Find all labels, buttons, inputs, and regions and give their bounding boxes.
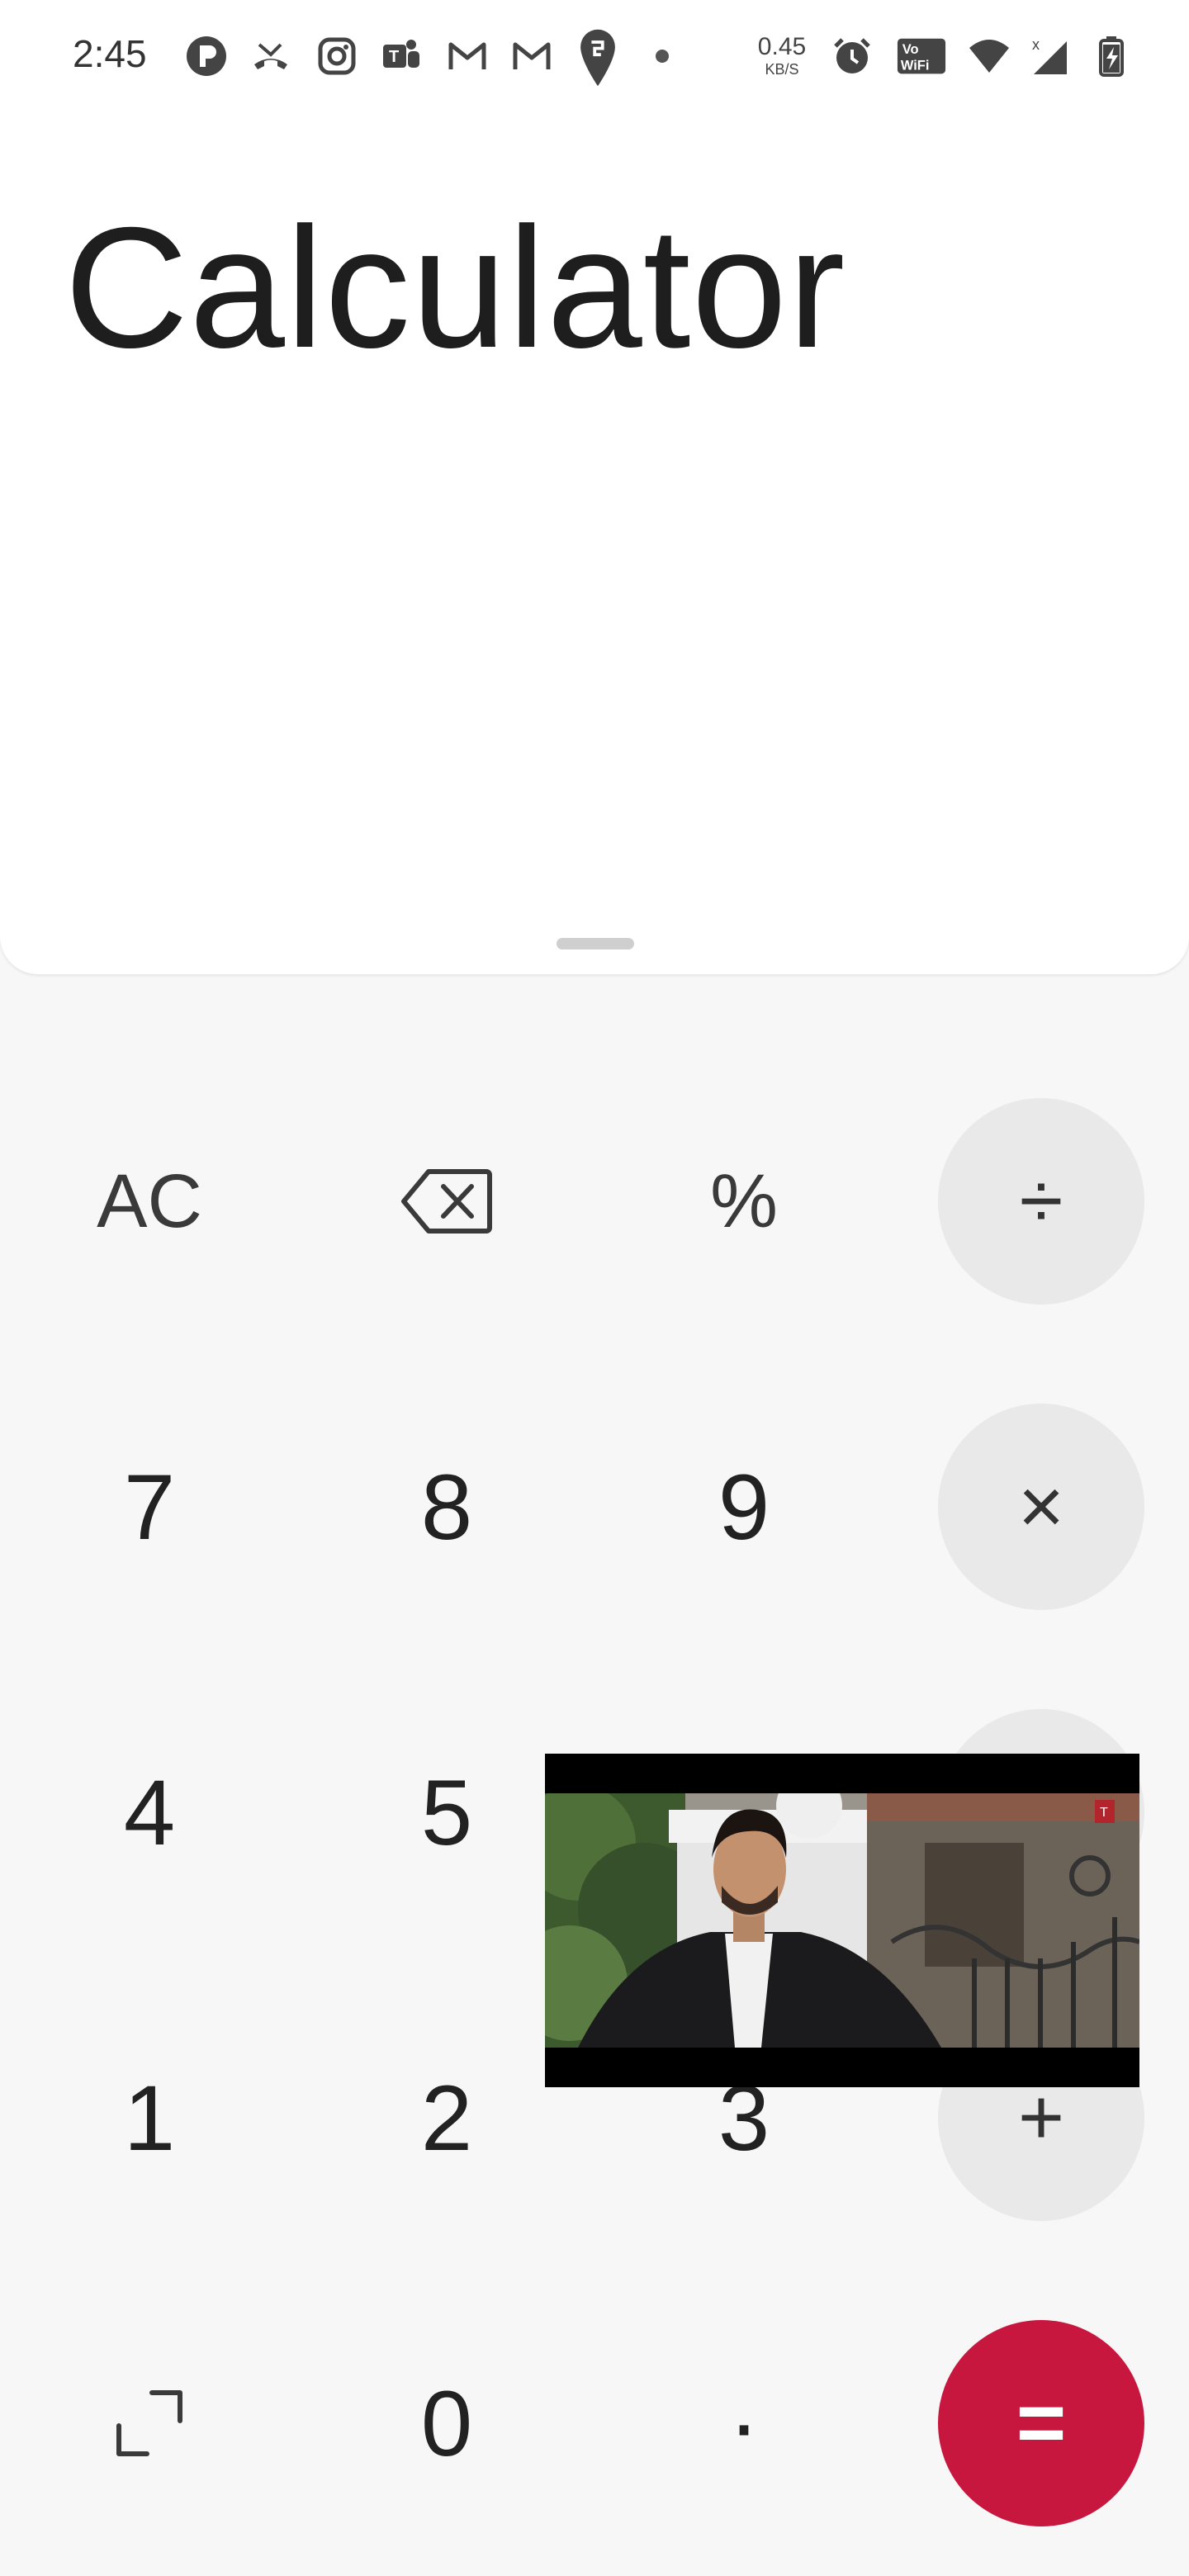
svg-text:x: x xyxy=(1032,36,1040,53)
battery-charging-icon xyxy=(1088,33,1135,79)
net-speed: 0.45 KB/S xyxy=(751,33,812,78)
svg-text:T: T xyxy=(1100,1806,1108,1820)
gmail-icon xyxy=(509,33,555,79)
missed-call-icon xyxy=(248,33,294,79)
multiply-button-label: × xyxy=(1017,1462,1065,1551)
digit-0-button[interactable]: 0 xyxy=(343,2320,550,2526)
equals-button[interactable]: = xyxy=(938,2320,1144,2526)
net-speed-value: 0.45 xyxy=(757,33,807,60)
p-app-icon xyxy=(183,33,230,79)
digit-1-button[interactable]: 1 xyxy=(46,2015,253,2221)
digit-0-label: 0 xyxy=(420,2371,473,2475)
display-title: Calculator xyxy=(64,192,846,384)
digit-7-button[interactable]: 7 xyxy=(46,1404,253,1610)
alarm-icon xyxy=(829,33,875,79)
pip-video-player[interactable]: T xyxy=(545,1754,1139,2087)
expand-icon xyxy=(116,2390,182,2456)
svg-text:Vo: Vo xyxy=(902,42,919,57)
expand-button[interactable] xyxy=(46,2320,253,2526)
digit-8-button[interactable]: 8 xyxy=(343,1404,550,1610)
net-speed-unit: KB/S xyxy=(765,61,799,78)
backspace-icon xyxy=(401,1169,492,1234)
drag-handle[interactable] xyxy=(557,938,634,949)
clear-button-label: AC xyxy=(97,1158,202,1243)
digit-7-label: 7 xyxy=(123,1455,176,1559)
swiggy-icon xyxy=(575,25,621,91)
digit-5-button[interactable]: 5 xyxy=(343,1709,550,1915)
svg-text:T: T xyxy=(389,48,399,66)
vowifi-icon: Vo WiFi xyxy=(895,33,948,79)
digit-8-label: 8 xyxy=(420,1455,473,1559)
status-time: 2:45 xyxy=(73,32,147,75)
multiply-button[interactable]: × xyxy=(938,1404,1144,1610)
percent-button[interactable]: % xyxy=(641,1098,847,1305)
digit-4-button[interactable]: 4 xyxy=(46,1709,253,1915)
video-frame: T xyxy=(545,1793,1139,2048)
teams-icon: T xyxy=(378,33,424,79)
digit-4-label: 4 xyxy=(123,1760,176,1864)
digit-2-label: 2 xyxy=(420,2066,473,2170)
backspace-button[interactable] xyxy=(343,1098,550,1305)
digit-9-button[interactable]: 9 xyxy=(641,1404,847,1610)
digit-9-label: 9 xyxy=(718,1455,770,1559)
instagram-icon xyxy=(314,33,360,79)
wifi-icon xyxy=(966,33,1012,79)
digit-1-label: 1 xyxy=(123,2066,176,2170)
equals-button-label: = xyxy=(1016,2375,1067,2471)
digit-2-button[interactable]: 2 xyxy=(343,2015,550,2221)
clear-button[interactable]: AC xyxy=(46,1098,253,1305)
digit-5-label: 5 xyxy=(420,1760,473,1864)
gmail-icon xyxy=(444,33,490,79)
decimal-button[interactable]: · xyxy=(641,2320,847,2526)
decimal-button-label: · xyxy=(728,2371,760,2475)
percent-button-label: % xyxy=(710,1158,778,1243)
divide-button-label: ÷ xyxy=(1019,1157,1063,1245)
svg-text:WiFi: WiFi xyxy=(901,58,930,73)
status-bar: 2:45 T 0.45 KB/S Vo WiFi x xyxy=(0,0,1189,107)
divide-button[interactable]: ÷ xyxy=(938,1098,1144,1305)
display-panel: Calculator xyxy=(0,0,1189,974)
more-dot-icon xyxy=(656,50,669,63)
cell-signal-icon: x xyxy=(1027,33,1073,79)
